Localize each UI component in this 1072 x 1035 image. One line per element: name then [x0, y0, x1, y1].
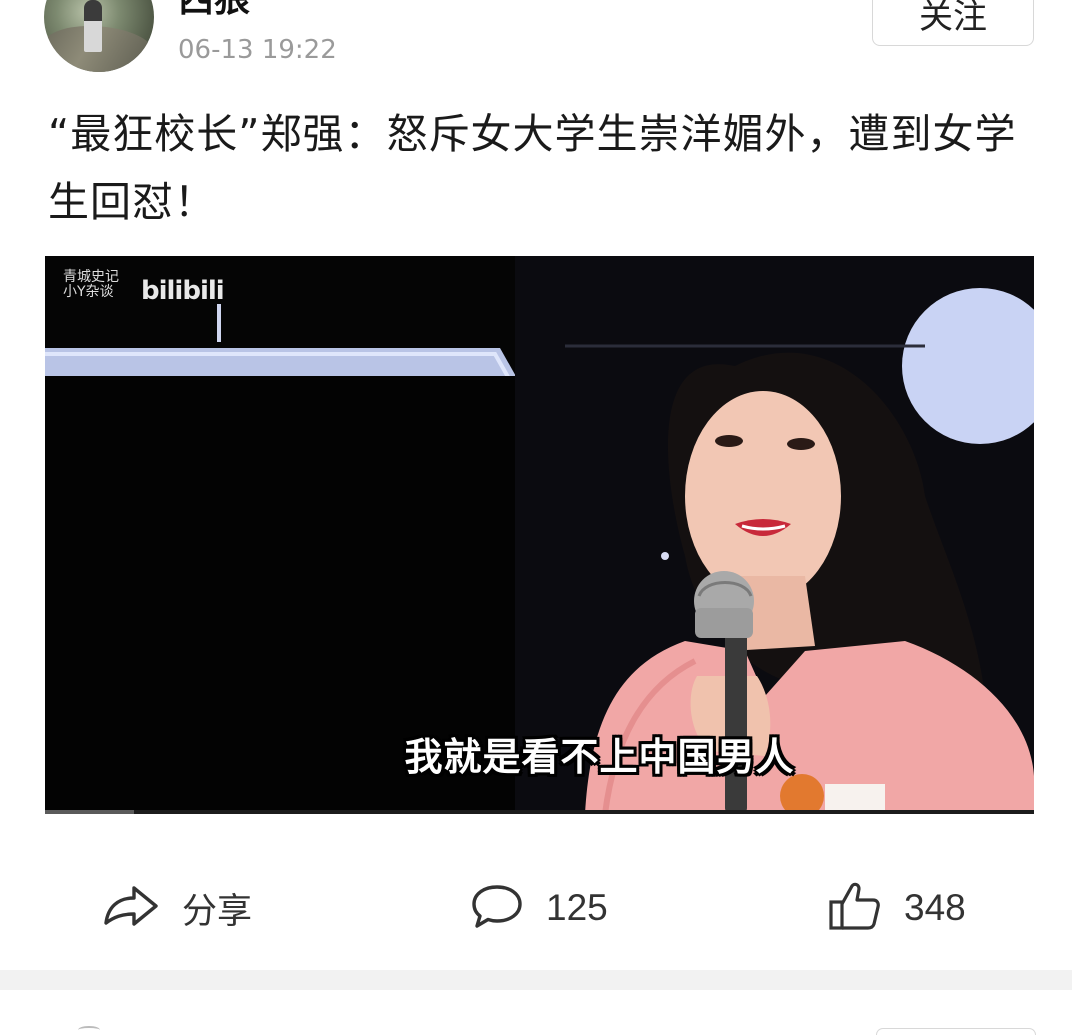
video-progress-bar[interactable] — [45, 810, 1034, 814]
comment-count: 125 — [546, 887, 608, 928]
watermark-line-2: 小Y杂谈 — [63, 284, 114, 300]
share-button[interactable]: 分享 — [102, 878, 252, 938]
author-name[interactable]: 西狼 — [178, 0, 250, 22]
watermark-line-1: 青城史记 — [63, 269, 119, 285]
avatar-person — [84, 0, 102, 52]
next-post-avatar-edge — [78, 1026, 100, 1034]
video-player[interactable]: 青城史记 小Y杂谈 bilibili 我就是看不上中国男人 — [45, 256, 1034, 814]
next-post-card[interactable] — [0, 990, 1072, 1032]
bilibili-logo: bilibili — [141, 276, 225, 306]
follow-button[interactable]: 关注 — [872, 0, 1034, 46]
like-button[interactable]: 348 — [828, 878, 966, 938]
share-label: 分享 — [182, 891, 253, 931]
comment-icon — [470, 881, 524, 935]
post-time: 06-13 19:22 — [178, 35, 337, 65]
video-subtitle: 我就是看不上中国男人 — [404, 735, 795, 779]
author-avatar[interactable] — [44, 0, 154, 72]
watermark-text: 青城史记 小Y杂谈 — [63, 270, 119, 300]
like-count: 348 — [904, 887, 966, 928]
video-progress-fill — [45, 810, 134, 814]
share-icon — [102, 881, 160, 935]
post-title[interactable]: “最狂校长”郑强：怒斥女大学生崇洋媚外，遭到女学生回怼！ — [48, 100, 1038, 236]
feed-divider — [0, 970, 1072, 990]
thumbs-up-icon — [828, 880, 882, 936]
comment-button[interactable]: 125 — [470, 878, 608, 938]
